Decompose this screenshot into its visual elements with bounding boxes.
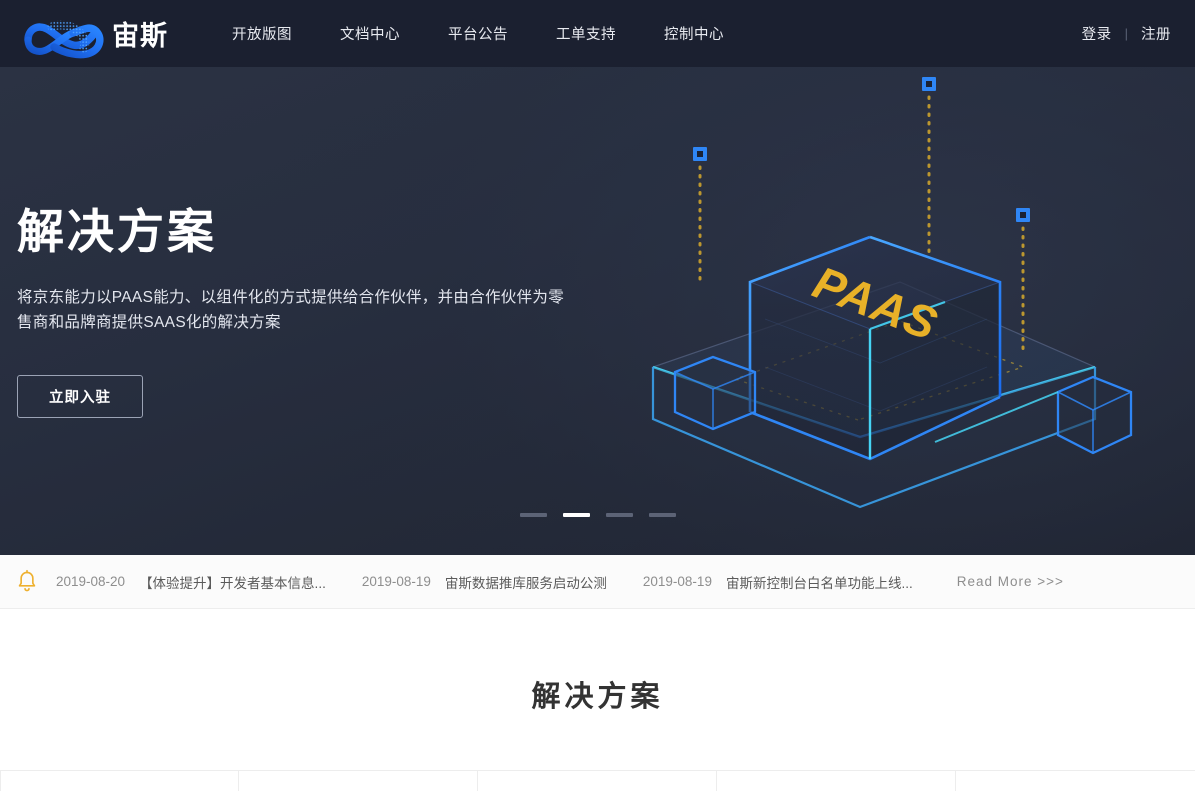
login-link[interactable]: 登录 bbox=[1082, 23, 1112, 44]
news-item[interactable]: 2019-08-20 【体验提升】开发者基本信息... bbox=[56, 572, 326, 592]
news-item[interactable]: 2019-08-19 宙斯新控制台白名单功能上线... bbox=[643, 572, 913, 592]
hero-text-block: 解决方案 将京东能力以PAAS能力、以组件化的方式提供给合作伙伴，并由合作伙伴为… bbox=[17, 206, 587, 418]
news-date: 2019-08-19 bbox=[642, 574, 712, 589]
nav-item-console[interactable]: 控制中心 bbox=[640, 23, 748, 44]
news-item[interactable]: 2019-08-19 宙斯数据推库服务启动公测 bbox=[362, 572, 607, 592]
solutions-section: 解决方案 bbox=[0, 609, 1195, 791]
carousel-dot-1[interactable] bbox=[519, 513, 547, 517]
news-ticker-bar: 2019-08-20 【体验提升】开发者基本信息... 2019-08-19 宙… bbox=[0, 555, 1195, 609]
news-date: 2019-08-20 bbox=[56, 574, 126, 589]
news-title: 【体验提升】开发者基本信息... bbox=[139, 575, 326, 591]
solution-card[interactable] bbox=[956, 771, 1195, 791]
solution-card[interactable] bbox=[239, 771, 478, 791]
carousel-dot-3[interactable] bbox=[605, 513, 633, 517]
solutions-heading: 解决方案 bbox=[531, 681, 664, 713]
solutions-card-grid bbox=[0, 770, 1195, 791]
brand-wordmark: 宙斯 bbox=[112, 20, 168, 51]
carousel-dot-2[interactable] bbox=[562, 513, 590, 517]
read-more-link[interactable]: Read More >>> bbox=[957, 574, 1064, 589]
carousel-dot-4[interactable] bbox=[648, 513, 676, 517]
news-title: 宙斯新控制台白名单功能上线... bbox=[725, 575, 913, 591]
news-title: 宙斯数据推库服务启动公测 bbox=[444, 575, 607, 591]
isometric-paas-cube-icon: PAAS bbox=[651, 77, 1133, 509]
nav-item-announcements[interactable]: 平台公告 bbox=[424, 23, 532, 44]
solution-card[interactable] bbox=[717, 771, 956, 791]
hero-banner: PAAS 解决方案 将京东能力以PAAS能力、以组件化的方式提供给合作伙伴，并由… bbox=[0, 67, 1195, 555]
primary-nav-links: 开放版图 文档中心 平台公告 工单支持 控制中心 bbox=[208, 23, 748, 44]
carousel-indicators bbox=[0, 513, 1195, 517]
register-link[interactable]: 注册 bbox=[1141, 23, 1171, 44]
hero-title: 解决方案 bbox=[17, 205, 217, 258]
auth-actions: 登录 | 注册 bbox=[1082, 23, 1175, 44]
infinity-swoosh-logo-icon: 宙斯 bbox=[24, 20, 168, 58]
hero-subtitle: 将京东能力以PAAS能力、以组件化的方式提供给合作伙伴，并由合作伙伴为零售商和品… bbox=[17, 288, 565, 331]
auth-separator: | bbox=[1124, 26, 1128, 41]
page-root: 宙斯 开放版图 文档中心 平台公告 工单支持 控制中心 登录 | 注册 PAAS… bbox=[0, 0, 1195, 791]
brand-logo-link[interactable]: 宙斯 bbox=[18, 9, 168, 59]
join-now-button[interactable]: 立即入驻 bbox=[17, 374, 143, 418]
nav-item-ticket-support[interactable]: 工单支持 bbox=[532, 23, 640, 44]
news-date: 2019-08-19 bbox=[361, 574, 431, 589]
bell-icon bbox=[18, 569, 36, 591]
top-navigation-bar: 宙斯 开放版图 文档中心 平台公告 工单支持 控制中心 登录 | 注册 bbox=[0, 0, 1195, 67]
nav-item-open-map[interactable]: 开放版图 bbox=[208, 23, 316, 44]
solution-card[interactable] bbox=[478, 771, 717, 791]
solution-card[interactable] bbox=[0, 771, 239, 791]
nav-item-doc-center[interactable]: 文档中心 bbox=[316, 23, 424, 44]
